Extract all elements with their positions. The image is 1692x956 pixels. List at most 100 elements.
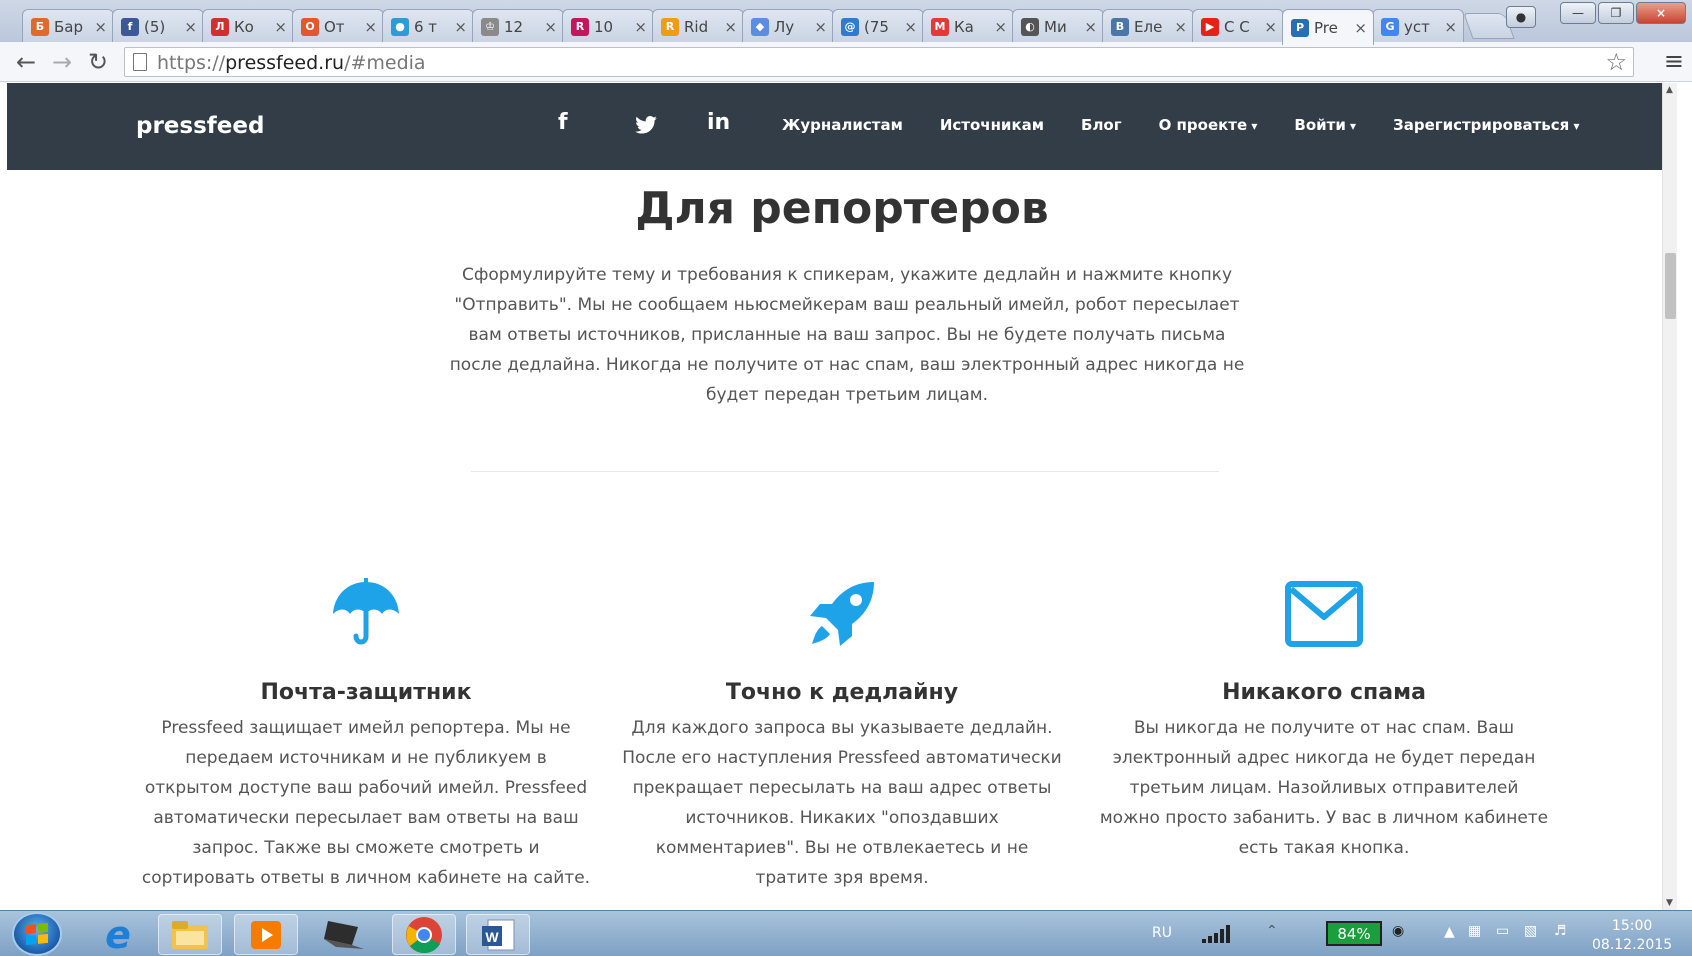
tab-favicon-icon: О <box>301 17 319 36</box>
feature-no-spam: Никакого спама Вы никогда не получите от… <box>1099 564 1549 863</box>
browser-tab[interactable]: Gуст × <box>1372 9 1464 43</box>
tab-close-icon[interactable]: × <box>814 18 827 36</box>
browser-tab[interactable]: О От × <box>292 9 384 43</box>
volume-icon[interactable]: ♬ <box>1554 923 1567 939</box>
wifi-icon[interactable]: ⌃ <box>1266 923 1278 939</box>
site-logo[interactable]: pressfeed <box>136 113 264 139</box>
rocket-icon <box>617 564 1067 664</box>
nav-item[interactable]: О проекте <box>1159 116 1258 134</box>
tab-favicon-icon: @ <box>841 17 859 36</box>
site-navbar: pressfeed f in Журналистам Источникам Блог… <box>7 83 1677 170</box>
internet-explorer-icon[interactable]: e <box>86 913 150 956</box>
reload-icon[interactable]: ↻ <box>88 48 108 76</box>
tab-close-icon[interactable]: × <box>1444 18 1457 36</box>
tab-close-icon[interactable]: × <box>544 18 557 36</box>
tab-close-icon[interactable]: × <box>1264 18 1277 36</box>
window-controls: ● — ❐ × <box>1506 2 1686 28</box>
browser-tab[interactable]: R Rid × <box>652 9 744 43</box>
tab-favicon-icon: ◆ <box>751 17 769 36</box>
network-icon[interactable]: ▧ <box>1524 923 1537 939</box>
page-scrollbar[interactable]: ▲ ▼ <box>1662 83 1677 910</box>
nav-item[interactable]: Источникам <box>940 116 1044 134</box>
tab-close-icon[interactable]: × <box>94 18 107 36</box>
laptop-app-icon[interactable] <box>312 914 376 955</box>
address-bar[interactable]: https://pressfeed.ru/#media ☆ <box>124 47 1634 77</box>
close-window-button[interactable]: × <box>1636 2 1686 24</box>
battery-indicator[interactable]: 84% <box>1326 921 1382 946</box>
tab-close-icon[interactable]: × <box>634 18 647 36</box>
scroll-down-icon[interactable]: ▼ <box>1666 898 1673 908</box>
browser-tab-strip: Б Бар × f (5) × Л Ко × О От × ● 6 т × ♔ 12 × R 10 × R Rid × ◆ Лу ×… <box>0 0 1692 46</box>
user-profile-button[interactable]: ● <box>1506 6 1536 28</box>
chrome-icon[interactable] <box>392 914 456 955</box>
linkedin-icon[interactable]: in <box>707 110 730 135</box>
tab-title: Ми <box>1044 17 1067 36</box>
nav-item[interactable]: Журналистам <box>782 116 903 134</box>
facebook-icon[interactable]: f <box>558 110 568 135</box>
section-divider <box>471 471 1219 472</box>
tab-favicon-icon: ▶ <box>1201 17 1219 36</box>
tab-close-icon[interactable]: × <box>1084 18 1097 36</box>
tab-close-icon[interactable]: × <box>724 18 737 36</box>
tab-close-icon[interactable]: × <box>454 18 467 36</box>
windows-logo-icon <box>26 922 48 946</box>
browser-tab[interactable]: P Pre × <box>1282 9 1374 45</box>
tab-favicon-icon: М <box>931 17 949 36</box>
feature-text: Вы никогда не получите от нас спам. Ваш … <box>1099 718 1549 858</box>
word-icon[interactable]: W <box>466 914 530 955</box>
file-explorer-icon[interactable] <box>158 914 222 955</box>
tab-close-icon[interactable]: × <box>1174 18 1187 36</box>
nav-item[interactable]: Блог <box>1081 116 1122 134</box>
browser-tab[interactable]: ● 6 т × <box>382 9 474 43</box>
section-title: Для репортеров <box>635 183 1049 234</box>
tab-close-icon[interactable]: × <box>184 18 197 36</box>
scroll-up-icon[interactable]: ▲ <box>1666 85 1673 95</box>
back-icon[interactable]: ← <box>16 48 36 76</box>
browser-tab[interactable]: М Ка × <box>922 9 1014 43</box>
browser-tab[interactable]: ♔ 12 × <box>472 9 564 43</box>
minimize-button[interactable]: — <box>1560 2 1596 24</box>
svg-text:W: W <box>485 929 499 945</box>
browser-tab[interactable]: R 10 × <box>562 9 654 43</box>
browser-tab[interactable]: ◐ Ми × <box>1012 9 1104 43</box>
tab-favicon-icon: P <box>1291 18 1309 37</box>
action-center-icon[interactable]: ▦ <box>1468 923 1481 939</box>
nav-item[interactable]: Зарегистрироваться <box>1393 116 1579 134</box>
system-clock[interactable]: 15:00 08.12.2015 <box>1592 917 1672 955</box>
envelope-icon <box>1099 564 1549 664</box>
tab-title: Ка <box>954 17 974 36</box>
tab-title: Бар <box>54 17 84 36</box>
url-text: https://pressfeed.ru/#media <box>157 52 426 74</box>
main-menu: Журналистам Источникам Блог О проекте Войти З… <box>782 116 1579 134</box>
tab-close-icon[interactable]: × <box>364 18 377 36</box>
browser-tab[interactable]: f (5) × <box>112 9 204 43</box>
show-hidden-icons-icon[interactable]: ▲ <box>1444 924 1455 940</box>
browser-tab[interactable]: ◆ Лу × <box>742 9 834 43</box>
twitter-icon[interactable] <box>635 116 657 134</box>
forward-icon[interactable]: → <box>52 48 72 76</box>
nav-item[interactable]: Войти <box>1294 116 1356 134</box>
feature-secure-mail: Почта-защитник Pressfeed защищает имейл … <box>141 564 591 893</box>
tab-title: С С <box>1224 17 1250 36</box>
feature-deadline: Точно к дедлайну Для каждого запроса вы … <box>617 564 1067 893</box>
scroll-thumb[interactable] <box>1665 253 1676 319</box>
browser-tab[interactable]: @ (75 × <box>832 9 924 43</box>
bookmark-star-icon[interactable]: ☆ <box>1605 48 1627 76</box>
browser-tab[interactable]: Л Ко × <box>202 9 294 43</box>
signal-strength-icon[interactable] <box>1202 925 1230 943</box>
power-plug-icon[interactable]: ◉ <box>1392 923 1404 939</box>
start-button[interactable] <box>12 912 62 956</box>
language-indicator[interactable]: RU <box>1152 925 1172 941</box>
browser-tab[interactable]: ▶ С С × <box>1192 9 1284 43</box>
browser-menu-icon[interactable]: ≡ <box>1664 47 1684 75</box>
browser-tab[interactable]: Б Бар × <box>22 9 114 43</box>
tab-close-icon[interactable]: × <box>1354 19 1367 37</box>
browser-tab[interactable]: B Еле × <box>1102 9 1194 43</box>
tab-close-icon[interactable]: × <box>994 18 1007 36</box>
usb-device-icon[interactable]: ▭ <box>1496 923 1509 939</box>
tab-close-icon[interactable]: × <box>904 18 917 36</box>
tab-title: 10 <box>594 17 614 36</box>
tab-close-icon[interactable]: × <box>274 18 287 36</box>
media-player-icon[interactable] <box>234 914 298 955</box>
maximize-button[interactable]: ❐ <box>1598 2 1634 24</box>
